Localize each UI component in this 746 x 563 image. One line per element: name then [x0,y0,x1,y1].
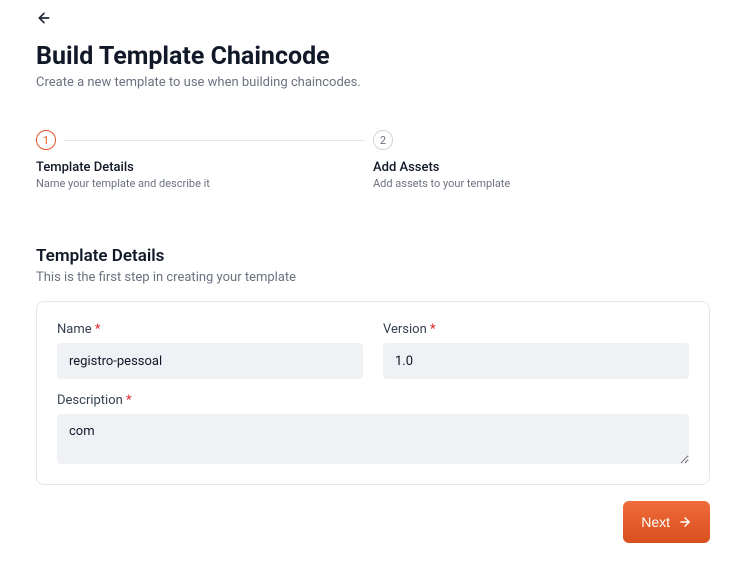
step-add-assets: 2 Add Assets Add assets to your template [373,130,710,190]
section-title: Template Details [36,246,710,266]
description-label: Description * [57,393,689,408]
step-template-details: 1 Template Details Name your template an… [36,130,373,190]
section-description: This is the first step in creating your … [36,270,710,285]
step-description: Name your template and describe it [36,177,373,190]
step-number: 2 [373,130,393,150]
step-title: Template Details [36,160,373,175]
field-name: Name * [57,322,363,379]
name-label: Name * [57,322,363,337]
arrow-right-icon [678,515,692,529]
back-button[interactable] [36,10,52,26]
name-input[interactable] [57,343,363,379]
step-title: Add Assets [373,160,710,175]
field-description: Description * com [57,393,689,464]
field-version: Version * [383,322,689,379]
next-button[interactable]: Next [623,501,710,543]
step-line [64,140,365,141]
page-subtitle: Create a new template to use when buildi… [36,75,710,90]
stepper: 1 Template Details Name your template an… [36,130,710,190]
version-label: Version * [383,322,689,337]
arrow-left-icon [36,10,52,26]
form-card: Name * Version * Description * com [36,301,710,485]
step-number: 1 [36,130,56,150]
version-input[interactable] [383,343,689,379]
description-input[interactable]: com [57,414,689,464]
step-description: Add assets to your template [373,177,710,190]
page-title: Build Template Chaincode [36,42,710,71]
footer: Next [36,501,710,543]
